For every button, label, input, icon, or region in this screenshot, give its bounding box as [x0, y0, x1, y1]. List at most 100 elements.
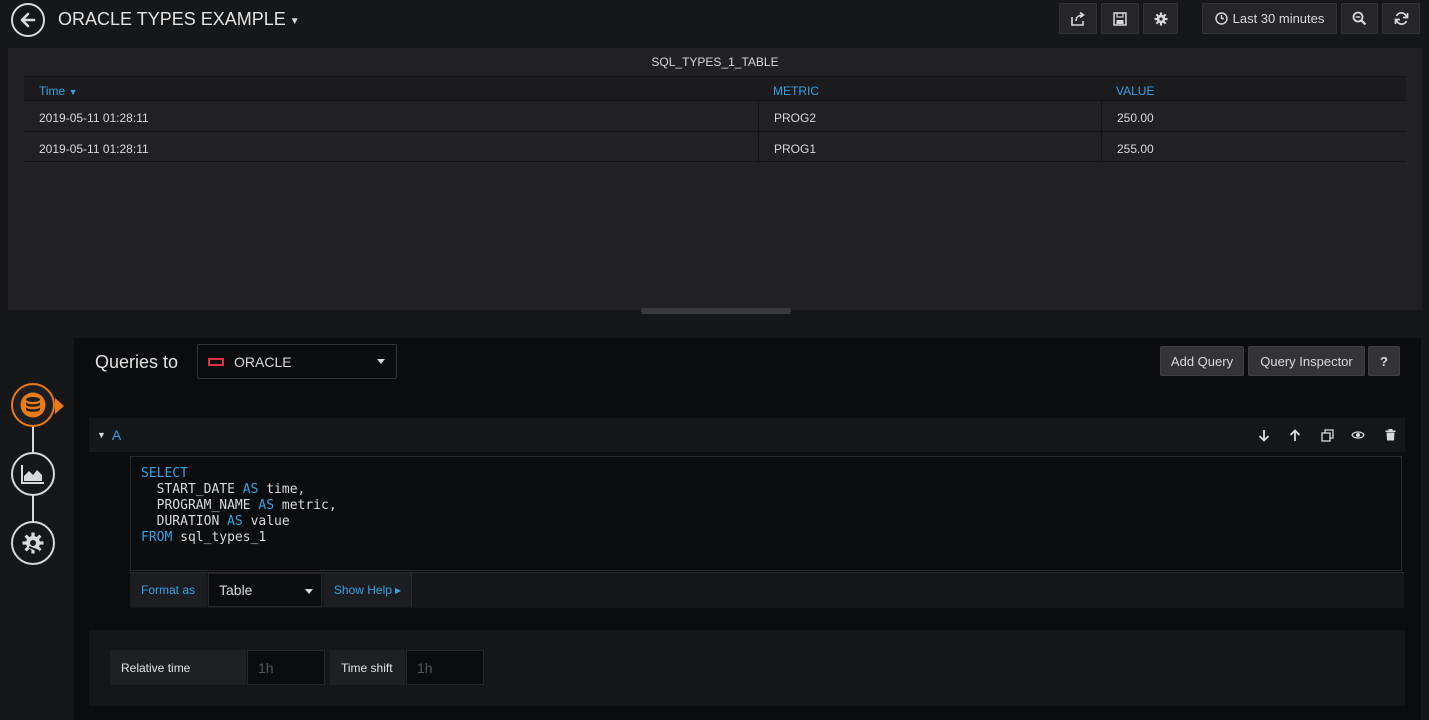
panel-title[interactable]: SQL_TYPES_1_TABLE: [8, 55, 1422, 69]
step-general-settings[interactable]: [11, 521, 55, 565]
back-button[interactable]: [11, 3, 45, 37]
cell-value: 255.00: [1117, 142, 1154, 156]
queries-to-label: Queries to: [95, 352, 179, 372]
step-queries[interactable]: [11, 383, 55, 427]
share-icon: [1070, 11, 1085, 26]
datasource-name: ORACLE: [234, 353, 292, 370]
relative-time-input[interactable]: 1h: [247, 650, 325, 685]
dashboard-navbar: ORACLE TYPES EXAMPLE ▼ Last 30 minutes: [0, 0, 1429, 44]
share-button[interactable]: [1059, 3, 1097, 34]
sql-editor[interactable]: SELECT START_DATE AS time, PROGRAM_NAME …: [130, 456, 1402, 571]
column-divider: [1101, 132, 1102, 163]
sql-text: START_DATE: [141, 482, 243, 497]
duplicate-query-button[interactable]: [1319, 427, 1335, 443]
eye-icon: [1351, 431, 1365, 439]
gear-icon: [1154, 12, 1167, 25]
move-up-button[interactable]: [1287, 427, 1303, 443]
zoom-out-button[interactable]: [1341, 3, 1378, 34]
time-picker-button[interactable]: Last 30 minutes: [1202, 3, 1337, 34]
chevron-down-icon: [305, 589, 313, 594]
time-range-label: Last 30 minutes: [1232, 11, 1325, 26]
format-as-select[interactable]: Table: [208, 573, 322, 607]
sql-text: PROGRAM_NAME: [141, 498, 259, 513]
sql-keyword: AS: [227, 514, 243, 529]
dashboard-settings-button[interactable]: [1143, 3, 1178, 34]
table-panel: SQL_TYPES_1_TABLE Time ▼ METRIC VALUE 20…: [8, 48, 1422, 310]
sql-text: time,: [258, 482, 306, 497]
table-row: 2019-05-11 01:28:11 PROG2 250.00: [24, 100, 1406, 132]
time-shift-input[interactable]: 1h: [406, 650, 484, 685]
data-table: Time ▼ METRIC VALUE 2019-05-11 01:28:11 …: [24, 76, 1406, 163]
save-dashboard-button[interactable]: [1101, 3, 1139, 34]
settings-wrench-icon: [22, 532, 44, 554]
arrow-down-icon: [1258, 429, 1270, 442]
relative-time-label: Relative time: [110, 650, 246, 685]
sort-desc-icon: ▼: [68, 87, 78, 97]
column-divider: [1101, 101, 1102, 132]
sql-line: START_DATE AS time,: [141, 482, 1391, 498]
column-divider: [758, 132, 759, 163]
clock-icon: [1214, 12, 1228, 25]
query-row-toggle[interactable]: ▼ A: [97, 427, 121, 443]
column-header-metric[interactable]: METRIC: [773, 84, 819, 98]
step-connector: [32, 495, 34, 523]
sql-line: PROGRAM_NAME AS metric,: [141, 498, 1391, 514]
table-header: Time ▼ METRIC VALUE: [24, 76, 1406, 100]
help-button[interactable]: ?: [1368, 346, 1400, 376]
caret-right-icon: ▶: [394, 585, 402, 595]
sql-text: metric,: [274, 498, 337, 513]
add-query-button[interactable]: Add Query: [1160, 346, 1244, 376]
cell-value: 250.00: [1117, 111, 1154, 125]
sql-keyword: FROM: [141, 530, 173, 545]
cell-time: 2019-05-11 01:28:11: [39, 142, 149, 156]
arrow-up-icon: [1289, 428, 1301, 441]
copy-icon: [1320, 428, 1334, 442]
cell-time: 2019-05-11 01:28:11: [39, 111, 149, 125]
query-inspector-button[interactable]: Query Inspector: [1248, 346, 1365, 376]
sql-text: DURATION: [141, 514, 228, 529]
show-help-button[interactable]: Show Help ▶: [324, 573, 412, 607]
column-header-time-label: Time: [39, 84, 66, 98]
time-shift-label: Time shift: [330, 650, 405, 685]
sql-text: sql_types_1: [172, 530, 267, 545]
table-row: 2019-05-11 01:28:11 PROG1 255.00: [24, 131, 1406, 163]
cell-metric: PROG1: [774, 142, 817, 156]
sql-line: FROM sql_types_1: [141, 530, 1391, 546]
sql-line: DURATION AS value: [141, 514, 1391, 530]
panel-resize-handle[interactable]: [641, 308, 791, 314]
collapse-caret-icon: ▼: [97, 430, 106, 440]
column-header-time[interactable]: Time ▼: [39, 84, 78, 98]
editor-step-nav: [0, 330, 74, 720]
column-divider: [758, 101, 759, 132]
sql-keyword: AS: [258, 498, 275, 513]
dashboard-title[interactable]: ORACLE TYPES EXAMPLE ▼: [58, 9, 300, 30]
sql-text: value: [242, 514, 290, 529]
back-arrow-icon: [20, 12, 36, 28]
query-row-header: [89, 418, 1405, 452]
refresh-button[interactable]: [1382, 3, 1420, 34]
zoom-out-icon: [1352, 11, 1367, 26]
area-chart-icon: [21, 465, 44, 484]
datasource-picker[interactable]: ORACLE: [197, 344, 397, 379]
save-icon: [1113, 11, 1127, 26]
cell-metric: PROG2: [774, 111, 817, 125]
format-as-label: Format as: [130, 573, 206, 607]
remove-query-button[interactable]: [1382, 427, 1398, 443]
trash-icon: [1385, 429, 1395, 441]
sql-keyword: SELECT: [141, 466, 188, 481]
step-visualization[interactable]: [11, 452, 55, 496]
sql-line: SELECT: [141, 466, 1391, 482]
chevron-down-icon: [377, 359, 385, 364]
query-ref-id: A: [111, 427, 122, 443]
dashboard-title-text: ORACLE TYPES EXAMPLE: [58, 9, 286, 29]
column-header-value[interactable]: VALUE: [1116, 84, 1154, 98]
format-as-value: Table: [219, 582, 253, 598]
oracle-logo-icon: [208, 357, 224, 366]
move-down-button[interactable]: [1256, 427, 1272, 443]
sql-keyword: AS: [242, 482, 259, 497]
active-step-pointer: [55, 398, 64, 414]
chevron-down-icon: ▼: [289, 16, 300, 27]
toggle-query-visibility-button[interactable]: [1350, 427, 1366, 443]
database-icon: [20, 392, 46, 418]
show-help-label: Show Help: [333, 583, 392, 597]
